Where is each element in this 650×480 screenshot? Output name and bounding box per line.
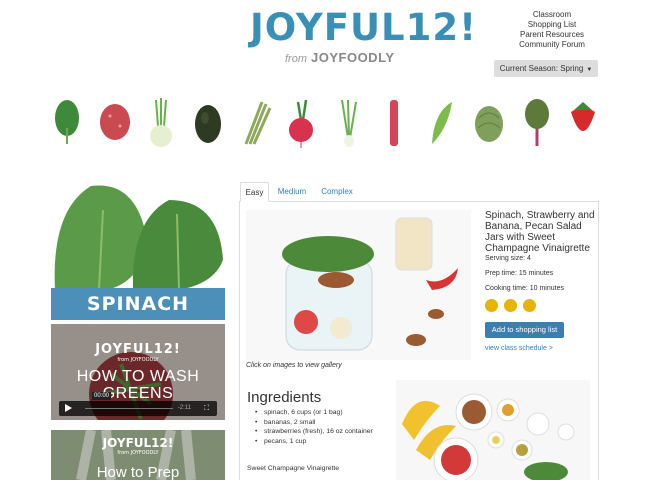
nav-parent-resources[interactable]: Parent Resources	[514, 30, 590, 40]
produce-strip	[50, 98, 606, 150]
video-brand-sub: from JOYFOODLY	[117, 357, 159, 363]
video-title: HOW TO WASH GREENS	[76, 368, 200, 402]
list-item: spinach, 6 cups (or 1 bag)	[255, 408, 390, 418]
video-controls: 00:00 -2:11 ⛶	[59, 392, 217, 416]
ingredients-heading: Ingredients	[247, 389, 322, 406]
chef-level-icon	[504, 299, 517, 312]
logo[interactable]: JOYFUL12!	[250, 6, 477, 49]
nav-shopping-list[interactable]: Shopping List	[514, 20, 590, 30]
recipe-title: Spinach, Strawberry and Banana, Pecan Sa…	[485, 210, 595, 254]
list-item: strawberries (fresh), 16 oz container	[255, 427, 390, 437]
spinach-hero-image[interactable]	[51, 180, 225, 292]
prep-time: Prep time: 15 minutes	[485, 270, 554, 277]
green-onion-icon[interactable]	[334, 98, 364, 148]
gallery-caption: Click on images to view gallery	[246, 362, 342, 369]
chard-icon[interactable]	[520, 98, 554, 148]
video2-brand-logo: JOYFUL12!	[102, 436, 174, 450]
fennel-icon[interactable]	[146, 98, 176, 148]
video-current-time: 00:00	[92, 392, 112, 400]
video2-brand-sub: from JOYFOODLY	[117, 450, 159, 456]
vinaigrette-heading: Sweet Champagne Vinaigrette	[247, 465, 340, 472]
video-brand: JOYFUL12! from JOYFOODLY	[51, 342, 225, 363]
produce-label: SPINACH	[51, 288, 225, 320]
red-potato-icon[interactable]	[98, 98, 132, 146]
logo-brand: JOYFOODLY	[311, 50, 395, 65]
video-player-wash-greens[interactable]: JOYFUL12! from JOYFOODLY HOW TO WASH GRE…	[51, 324, 225, 420]
rhubarb-icon[interactable]	[382, 98, 406, 148]
cooking-time: Cooking time: 10 minutes	[485, 285, 564, 292]
strawberry-icon[interactable]	[566, 98, 600, 148]
snap-pea-icon[interactable]	[424, 98, 458, 148]
video2-brand: JOYFUL12! from JOYFOODLY	[51, 436, 225, 456]
tab-medium[interactable]: Medium	[272, 182, 312, 202]
spinach-icon[interactable]	[52, 98, 82, 146]
artichoke-icon[interactable]	[472, 98, 506, 148]
video-duration: -2:11	[177, 405, 191, 411]
list-item: pecans, 1 cup	[255, 437, 390, 447]
season-dropdown[interactable]: Current Season: Spring ▼	[494, 60, 598, 77]
serving-size: Serving size: 4	[485, 255, 531, 262]
video-scrubber[interactable]	[85, 408, 173, 409]
top-nav: Classroom Shopping List Parent Resources…	[514, 10, 590, 50]
video-player-how-to-prep[interactable]: JOYFUL12! from JOYFOODLY How to Prep	[51, 430, 225, 480]
nav-classroom[interactable]: Classroom	[514, 10, 590, 20]
asparagus-icon[interactable]	[240, 98, 274, 148]
season-label: Current Season: Spring	[499, 64, 584, 73]
fullscreen-icon[interactable]: ⛶	[204, 405, 209, 413]
recipe-gallery-image[interactable]	[246, 210, 471, 360]
caret-down-icon: ▼	[586, 67, 593, 73]
ingredients-list: spinach, 6 cups (or 1 bag) bananas, 2 sm…	[255, 408, 390, 446]
add-to-shopping-list-button[interactable]: Add to shopping list	[485, 322, 564, 338]
list-item: bananas, 2 small	[255, 418, 390, 428]
radish-icon[interactable]	[286, 98, 316, 148]
logo-from: from	[285, 53, 307, 65]
chef-level-icon	[485, 299, 498, 312]
logo-subtitle: from JOYFOODLY	[285, 50, 394, 65]
video2-title: How to Prep	[96, 464, 180, 480]
play-icon[interactable]	[65, 404, 72, 412]
video-brand-logo: JOYFUL12!	[95, 342, 181, 357]
chef-level-icon	[523, 299, 536, 312]
nav-community-forum[interactable]: Community Forum	[514, 40, 590, 50]
tab-complex[interactable]: Complex	[316, 182, 358, 202]
view-class-schedule-link[interactable]: view class schedule >	[485, 345, 553, 352]
tab-easy[interactable]: Easy	[240, 182, 269, 202]
logo-title: JOYFUL12!	[250, 6, 477, 49]
avocado-icon[interactable]	[192, 98, 224, 146]
ingredients-image[interactable]	[396, 380, 590, 480]
